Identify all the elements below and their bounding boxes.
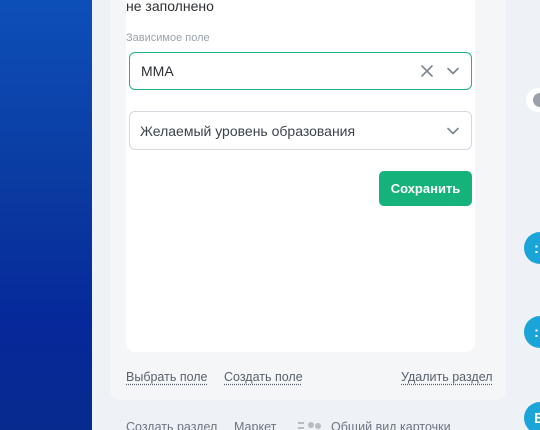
edit-icon[interactable]: : — [524, 316, 540, 348]
left-background-panel — [0, 0, 92, 430]
form-card: не заполнено Зависимое поле MMA Желаемый… — [126, 0, 475, 352]
add-icon[interactable]: B — [524, 402, 540, 430]
dependent-field-value: MMA — [141, 63, 174, 79]
card-view-link[interactable]: Общий вид карточки — [331, 420, 451, 430]
create-field-link[interactable]: Создать поле — [224, 370, 303, 384]
choose-field-link[interactable]: Выбрать поле — [126, 370, 208, 384]
field-status-text: не заполнено — [126, 0, 214, 14]
create-section-link[interactable]: Создать раздел — [126, 420, 217, 430]
education-level-placeholder: Желаемый уровень образования — [140, 122, 356, 139]
chevron-down-icon[interactable] — [445, 63, 461, 79]
chevron-down-icon[interactable] — [445, 123, 461, 139]
edit-icon[interactable]: : — [524, 232, 540, 264]
section-panel: не заполнено Зависимое поле MMA Желаемый… — [110, 0, 506, 400]
save-button[interactable]: Сохранить — [379, 171, 472, 206]
check-icon[interactable] — [526, 88, 540, 112]
dependent-field-select[interactable]: MMA — [129, 52, 472, 90]
market-link[interactable]: Маркет — [234, 420, 276, 430]
delete-section-link[interactable]: Удалить раздел — [401, 370, 493, 384]
dependent-field-label: Зависимое поле — [126, 32, 210, 44]
card-view-icon[interactable] — [298, 421, 324, 430]
clear-icon[interactable] — [419, 63, 435, 79]
education-level-select[interactable]: Желаемый уровень образования — [129, 111, 472, 150]
